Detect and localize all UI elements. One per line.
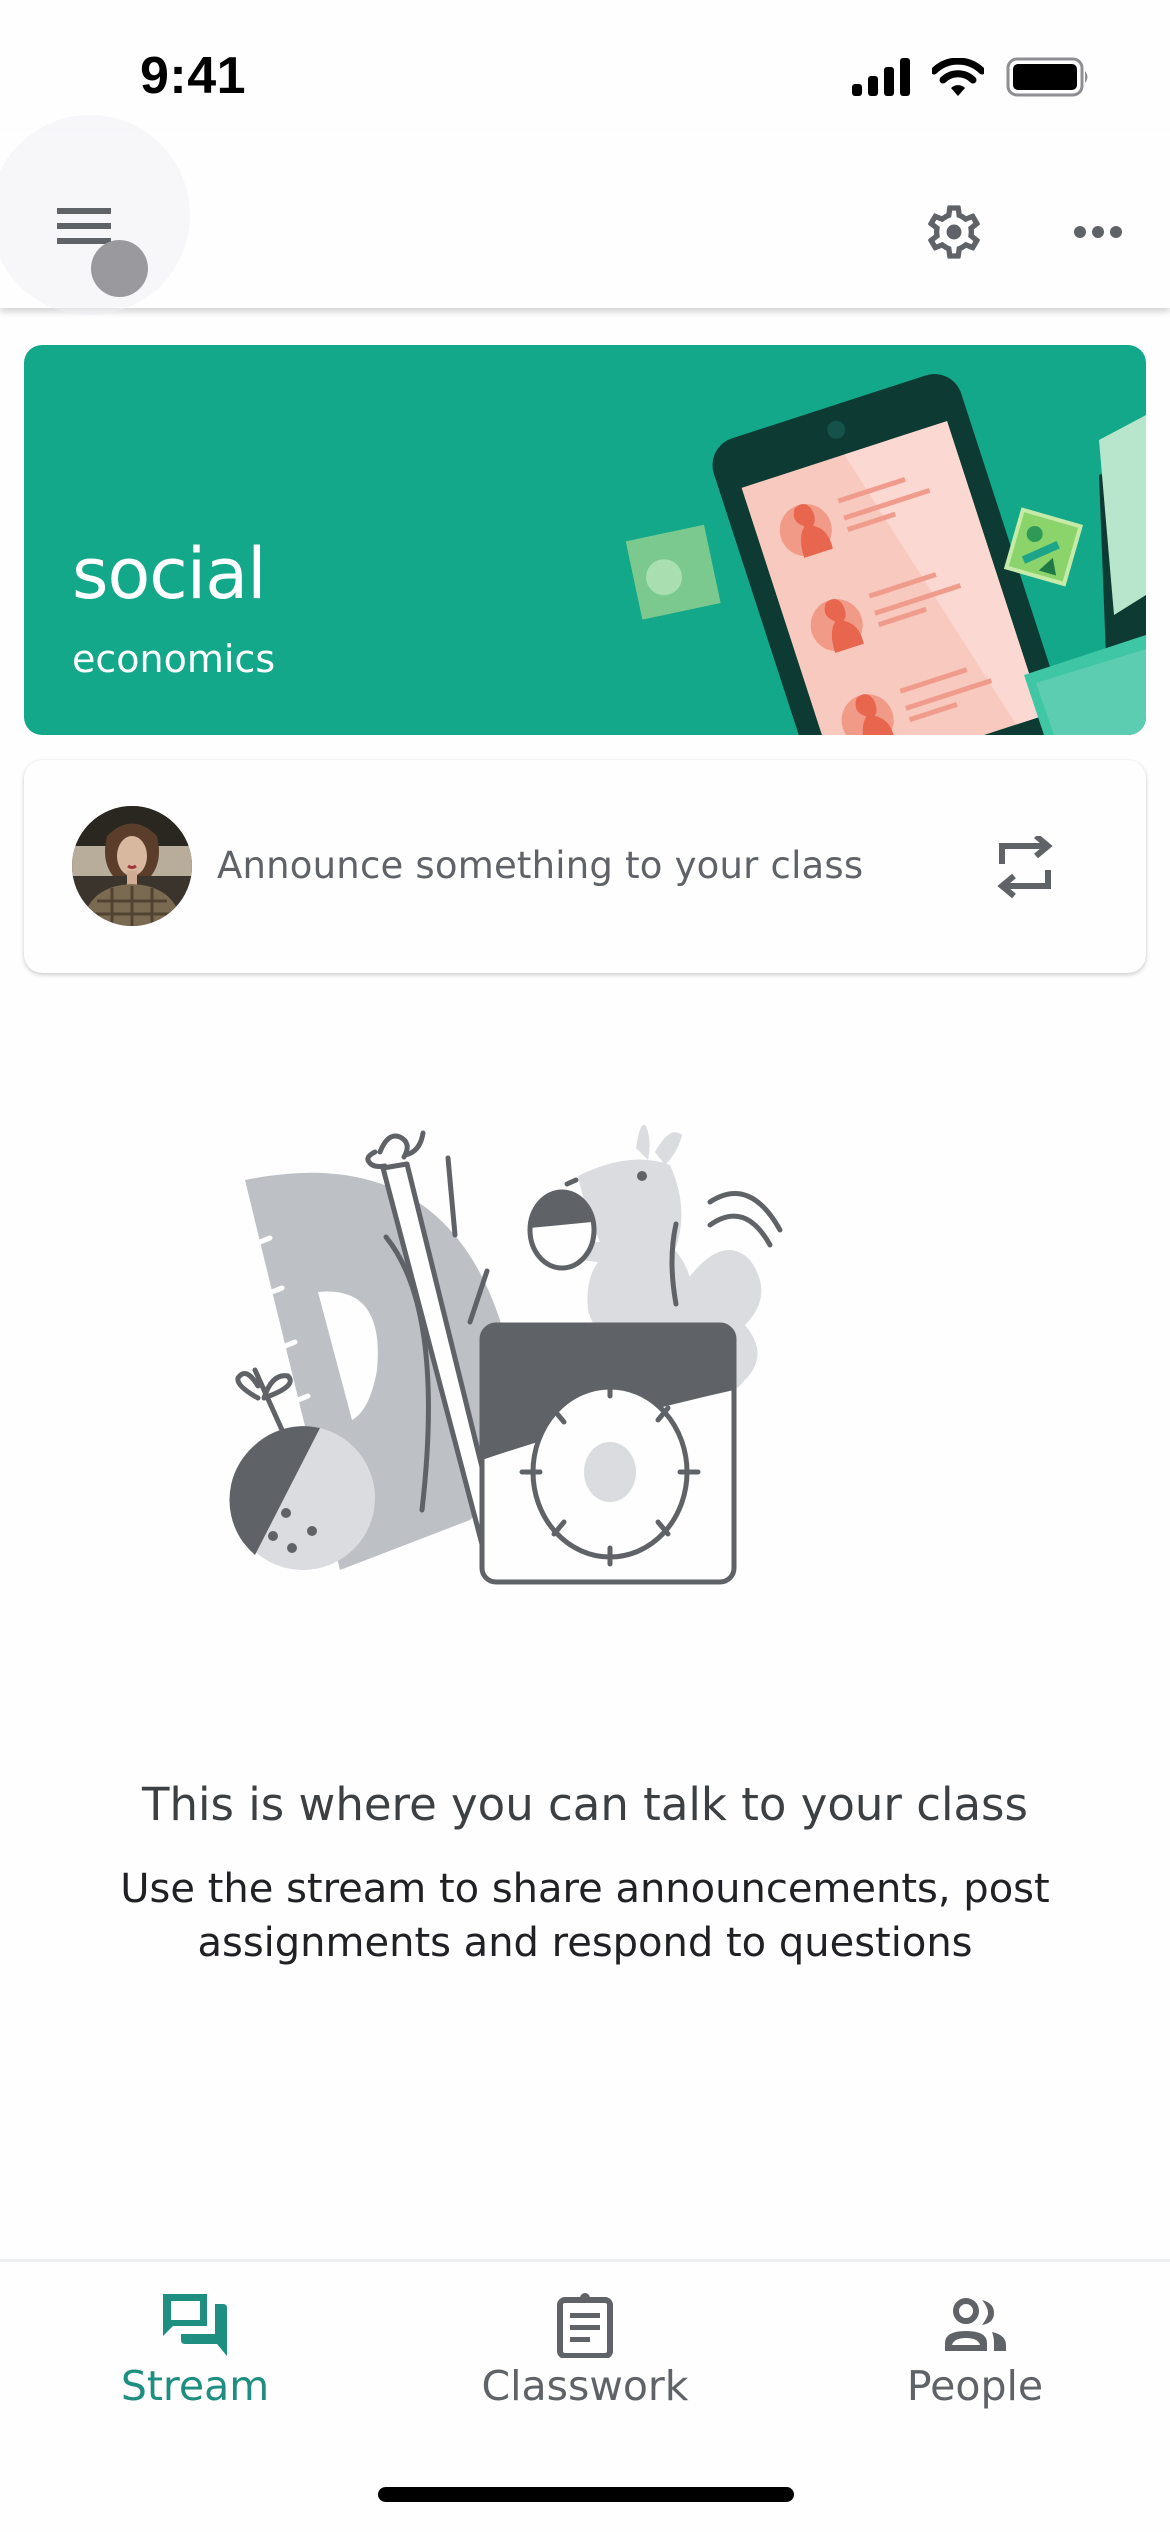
repost-button[interactable] bbox=[984, 826, 1068, 910]
timer-box-icon bbox=[479, 1322, 737, 1585]
clipboard-icon bbox=[550, 2290, 620, 2360]
more-options-button[interactable] bbox=[1058, 192, 1138, 272]
gear-icon bbox=[928, 205, 980, 259]
tab-label: People bbox=[906, 2362, 1044, 2410]
wifi-icon bbox=[932, 58, 984, 96]
avatar-image bbox=[72, 806, 192, 926]
announce-card[interactable]: Announce something to your class bbox=[24, 760, 1146, 973]
user-avatar bbox=[72, 806, 192, 926]
class-title: social bbox=[72, 533, 267, 615]
tab-label: Stream bbox=[120, 2362, 270, 2410]
tab-classwork[interactable]: Classwork bbox=[390, 2262, 780, 2462]
settings-button[interactable] bbox=[914, 192, 994, 272]
empty-state-title: This is where you can talk to your class bbox=[142, 1778, 1028, 1831]
app-bar bbox=[0, 115, 1170, 315]
stamp-left-icon bbox=[625, 524, 721, 620]
stream-icon bbox=[160, 2290, 230, 2360]
home-indicator[interactable] bbox=[378, 2487, 794, 2502]
class-section: economics bbox=[72, 637, 276, 681]
class-banner[interactable]: social economics bbox=[24, 345, 1146, 735]
announce-input[interactable]: Announce something to your class bbox=[217, 844, 863, 887]
status-time: 9:41 bbox=[140, 47, 247, 105]
empty-state-description: Use the stream to share announcements, p… bbox=[120, 1866, 1050, 1966]
cellular-signal-icon bbox=[852, 58, 910, 96]
battery-icon bbox=[1006, 57, 1088, 97]
status-bar: 9:41 bbox=[0, 0, 1170, 130]
empty-state-illustration bbox=[229, 1124, 783, 1585]
more-horizontal-icon bbox=[1074, 226, 1122, 238]
touch-indicator bbox=[91, 240, 148, 297]
motion-line-1 bbox=[445, 1155, 458, 1238]
status-icons bbox=[852, 56, 1090, 98]
repost-icon bbox=[997, 836, 1053, 899]
people-icon bbox=[940, 2290, 1010, 2360]
tab-label: Classwork bbox=[481, 2362, 689, 2410]
tab-stream[interactable]: Stream bbox=[0, 2262, 390, 2462]
tab-people[interactable]: People bbox=[780, 2262, 1170, 2462]
